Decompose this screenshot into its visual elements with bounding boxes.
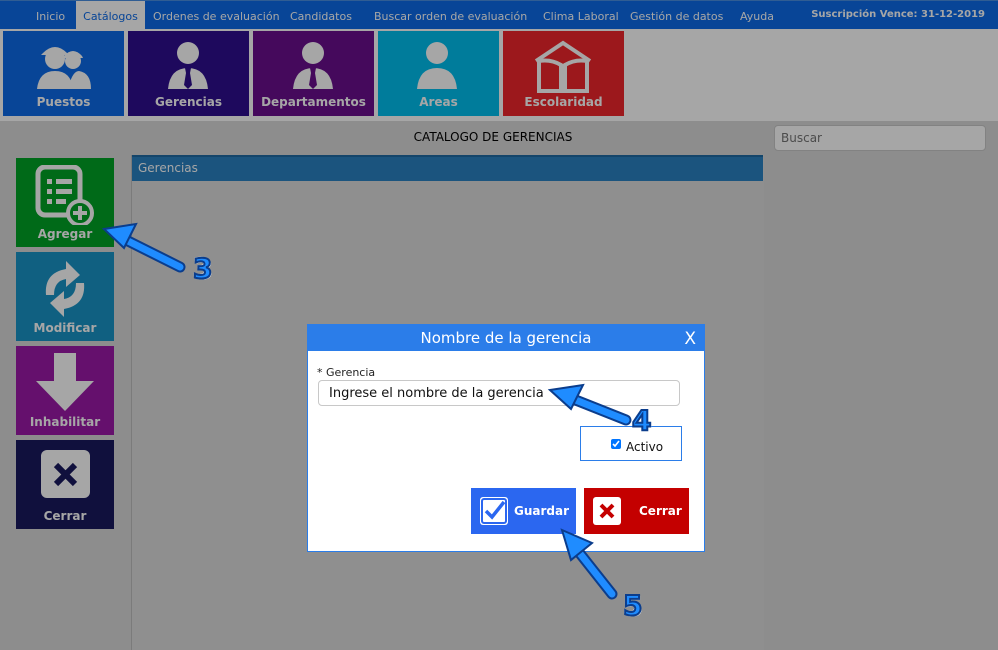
annotation-step-3: 3: [192, 251, 214, 286]
arrow-icon: [547, 383, 632, 426]
arrow-icon: [560, 528, 618, 600]
annotation-step-4: 4: [631, 403, 653, 438]
annotation-arrows: [101, 222, 632, 600]
annotation-step-5: 5: [622, 588, 644, 623]
arrow-icon: [101, 222, 186, 273]
